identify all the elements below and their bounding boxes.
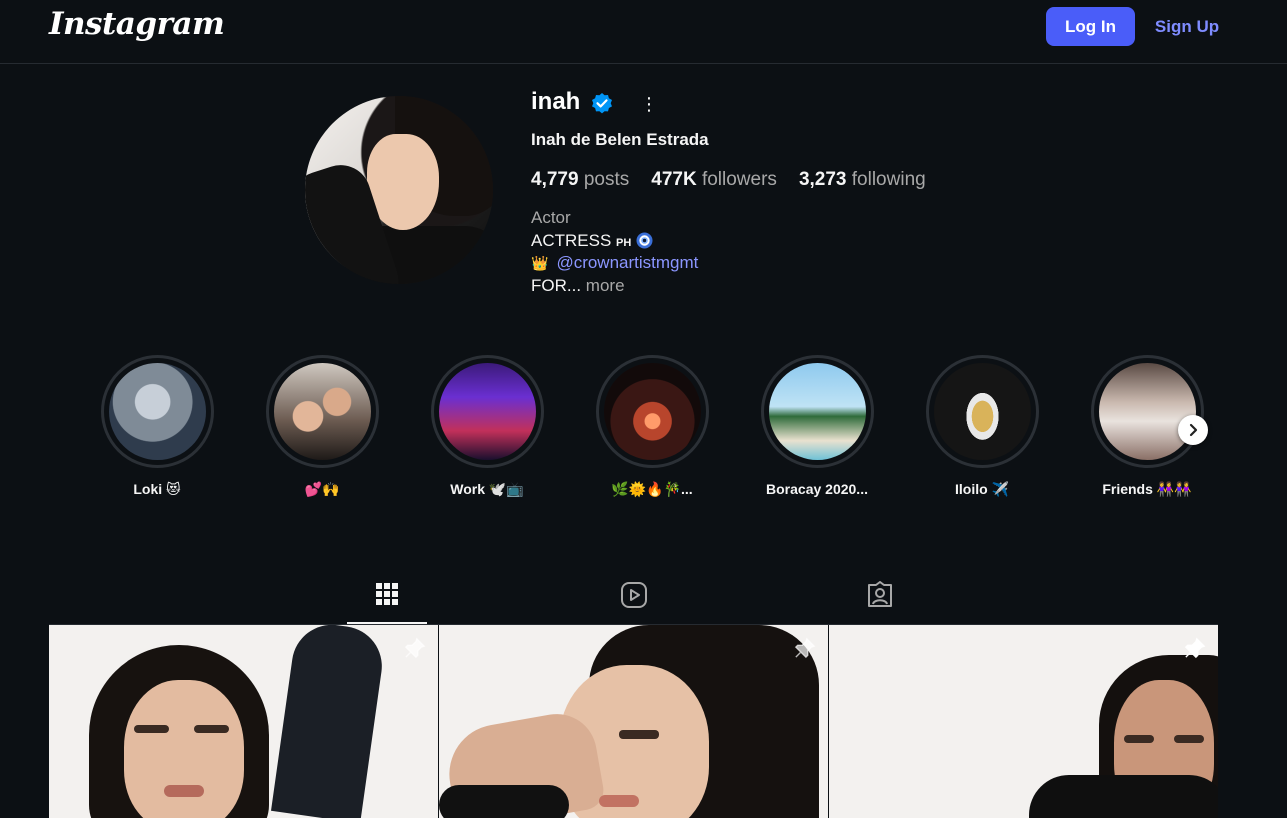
highlight-cover bbox=[1098, 363, 1196, 460]
verified-badge-icon bbox=[592, 93, 612, 114]
posts-grid bbox=[49, 625, 1218, 818]
bio-line-1-text: ACTRESS bbox=[531, 231, 617, 250]
highlight-item[interactable]: Work 🕊️📺 bbox=[430, 355, 544, 498]
signup-link[interactable]: Sign Up bbox=[1148, 7, 1226, 46]
highlight-item[interactable]: Loki 😻 bbox=[100, 355, 214, 498]
tab-tagged[interactable] bbox=[840, 565, 920, 624]
following-count: 3,273 bbox=[798, 169, 847, 190]
bio-line-2: 👑 @crownartistmgmt bbox=[531, 253, 698, 273]
following-label: following bbox=[851, 169, 926, 190]
highlight-cover bbox=[438, 363, 536, 460]
profile-tabs bbox=[49, 565, 1218, 625]
highlight-label: Work 🕊️📺 bbox=[450, 481, 524, 497]
bio-line-1-tag: PH bbox=[616, 237, 632, 249]
bio-line-1: ACTRESS PH bbox=[531, 231, 653, 251]
crown-icon: 👑 bbox=[531, 254, 549, 271]
highlights-next-button[interactable] bbox=[1178, 415, 1208, 445]
grid-icon bbox=[376, 582, 398, 605]
post-thumbnail[interactable] bbox=[49, 625, 438, 818]
top-bar: Instagram Log In Sign Up bbox=[0, 0, 1287, 64]
highlight-label: 🌿🌞🔥🎋... bbox=[611, 481, 693, 497]
nazar-eye-icon bbox=[636, 232, 653, 249]
bio-line-3: FOR... more bbox=[531, 276, 625, 296]
profile-category: Actor bbox=[531, 208, 571, 227]
highlight-item[interactable]: Boracay 2020... bbox=[760, 355, 874, 497]
highlight-item[interactable]: 💕🙌 bbox=[265, 355, 379, 498]
posts-label: posts bbox=[583, 169, 630, 190]
post-thumbnail[interactable] bbox=[829, 625, 1218, 818]
profile-full-name: Inah de Belen Estrada bbox=[531, 130, 709, 149]
pin-icon bbox=[404, 637, 426, 659]
highlight-label: Boracay 2020... bbox=[766, 481, 868, 497]
profile-stats: 4,779 posts 477K followers 3,273 followi… bbox=[531, 169, 926, 191]
highlight-cover bbox=[933, 363, 1031, 460]
bio-more-link[interactable]: more bbox=[581, 276, 625, 295]
more-options-icon[interactable]: ⋮ bbox=[640, 92, 658, 116]
profile-username: inah bbox=[531, 88, 581, 115]
highlight-label: Loki 😻 bbox=[133, 481, 181, 497]
highlight-label: Friends 👭👭 bbox=[1102, 481, 1192, 497]
highlight-item[interactable]: 🌿🌞🔥🎋... bbox=[595, 355, 709, 498]
story-highlights: Loki 😻 💕🙌 Work 🕊️📺 🌿🌞🔥🎋... Boracay 2020.… bbox=[100, 355, 1210, 505]
followers-label: followers bbox=[701, 169, 777, 190]
followers-stat[interactable]: 477K followers bbox=[651, 169, 777, 191]
login-button[interactable]: Log In bbox=[1046, 7, 1135, 46]
highlight-label: 💕🙌 bbox=[304, 481, 340, 497]
highlight-cover bbox=[108, 363, 206, 460]
highlight-label: Iloilo ✈️ bbox=[955, 481, 1009, 497]
highlight-cover bbox=[273, 363, 371, 460]
chevron-right-icon bbox=[1189, 423, 1198, 437]
tagged-icon bbox=[868, 580, 892, 607]
posts-count: 4,779 bbox=[531, 169, 579, 190]
instagram-logo[interactable]: Instagram bbox=[49, 6, 225, 42]
bio-line-3-text: FOR... bbox=[531, 276, 582, 295]
profile-avatar[interactable] bbox=[305, 96, 493, 284]
highlight-cover bbox=[768, 363, 866, 460]
following-stat[interactable]: 3,273 following bbox=[799, 169, 926, 191]
posts-stat: 4,779 posts bbox=[531, 169, 629, 191]
tab-reels[interactable] bbox=[594, 565, 674, 624]
tab-posts[interactable] bbox=[347, 565, 427, 624]
pin-icon bbox=[1184, 637, 1206, 659]
reels-icon bbox=[621, 581, 647, 608]
followers-count: 477K bbox=[651, 169, 697, 190]
post-thumbnail[interactable] bbox=[439, 625, 828, 818]
highlight-item[interactable]: Iloilo ✈️ bbox=[925, 355, 1039, 498]
bio-mention-link[interactable]: @crownartistmgmt bbox=[556, 253, 698, 273]
pin-icon bbox=[794, 637, 816, 659]
highlight-cover bbox=[603, 363, 701, 460]
